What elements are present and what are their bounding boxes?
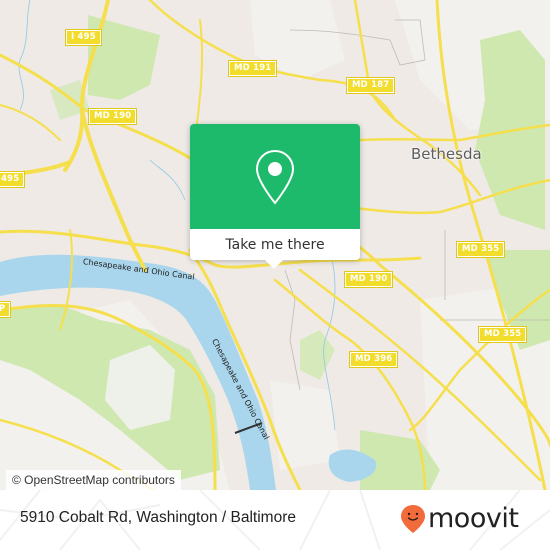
moovit-logo[interactable]: moovit (400, 503, 519, 534)
shield-md355-south: MD 355 (477, 326, 528, 343)
shield-gwp: P (0, 301, 12, 318)
map-view[interactable]: I 495 MD 191 MD 187 MD 190 495 MD 355 MD… (0, 0, 550, 490)
shield-md355-north: MD 355 (455, 241, 506, 258)
moovit-pin-smile-icon (401, 505, 425, 533)
footer-bar: 5910 Cobalt Rd, Washington / Baltimore m… (0, 490, 550, 550)
shield-md190-west: MD 190 (87, 108, 138, 125)
moovit-wordmark: moovit (428, 503, 519, 534)
shield-md396: MD 396 (348, 351, 399, 368)
address-text: 5910 Cobalt Rd, Washington / Baltimore (20, 509, 296, 526)
shield-md191: MD 191 (227, 60, 278, 77)
shield-i495-west: 495 (0, 171, 26, 188)
location-popup: Take me there (190, 124, 360, 269)
shield-md190-east: MD 190 (343, 271, 394, 288)
popup-header (190, 124, 360, 229)
popup-pointer (265, 260, 283, 269)
shield-i495-north: I 495 (65, 29, 102, 46)
map-attribution[interactable]: © OpenStreetMap contributors (6, 470, 181, 490)
take-me-there-button[interactable]: Take me there (190, 229, 360, 260)
place-label-bethesda: Bethesda (411, 145, 482, 163)
shield-md187: MD 187 (345, 77, 396, 94)
map-pin-icon (255, 149, 295, 205)
